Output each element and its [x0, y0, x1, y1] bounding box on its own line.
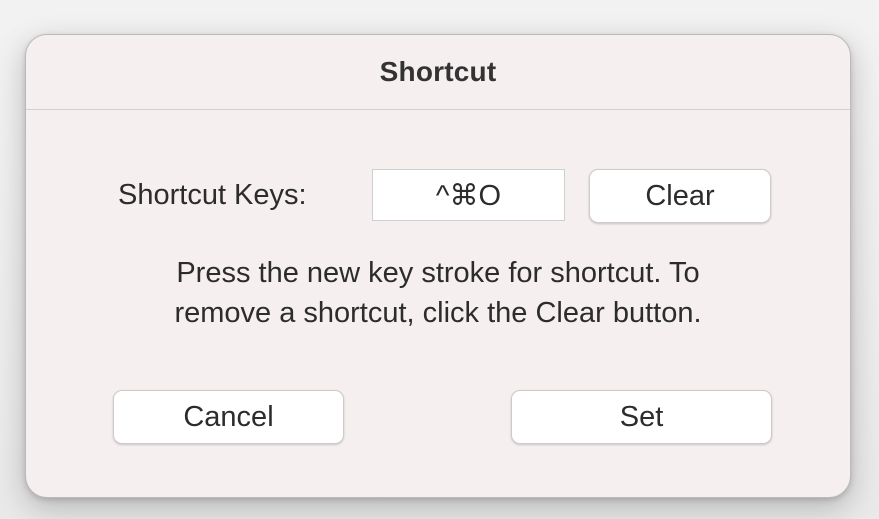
dialog-title: Shortcut — [379, 56, 497, 87]
instruction-line-1: Press the new key stroke for shortcut. T… — [176, 257, 700, 289]
set-button[interactable]: Set — [511, 390, 772, 444]
shortcut-keys-row: Shortcut Keys: ^⌘O Clear — [26, 169, 850, 223]
instruction-text: Press the new key stroke for shortcut. T… — [26, 253, 850, 333]
dialog-titlebar: Shortcut — [26, 35, 850, 110]
shortcut-dialog: Shortcut Shortcut Keys: ^⌘O Clear Press … — [25, 34, 851, 498]
clear-button[interactable]: Clear — [589, 169, 771, 223]
instruction-line-2: remove a shortcut, click the Clear butto… — [174, 297, 702, 329]
cancel-button[interactable]: Cancel — [113, 390, 344, 444]
shortcut-keys-field[interactable]: ^⌘O — [372, 169, 565, 221]
shortcut-keys-label: Shortcut Keys: — [118, 179, 307, 211]
